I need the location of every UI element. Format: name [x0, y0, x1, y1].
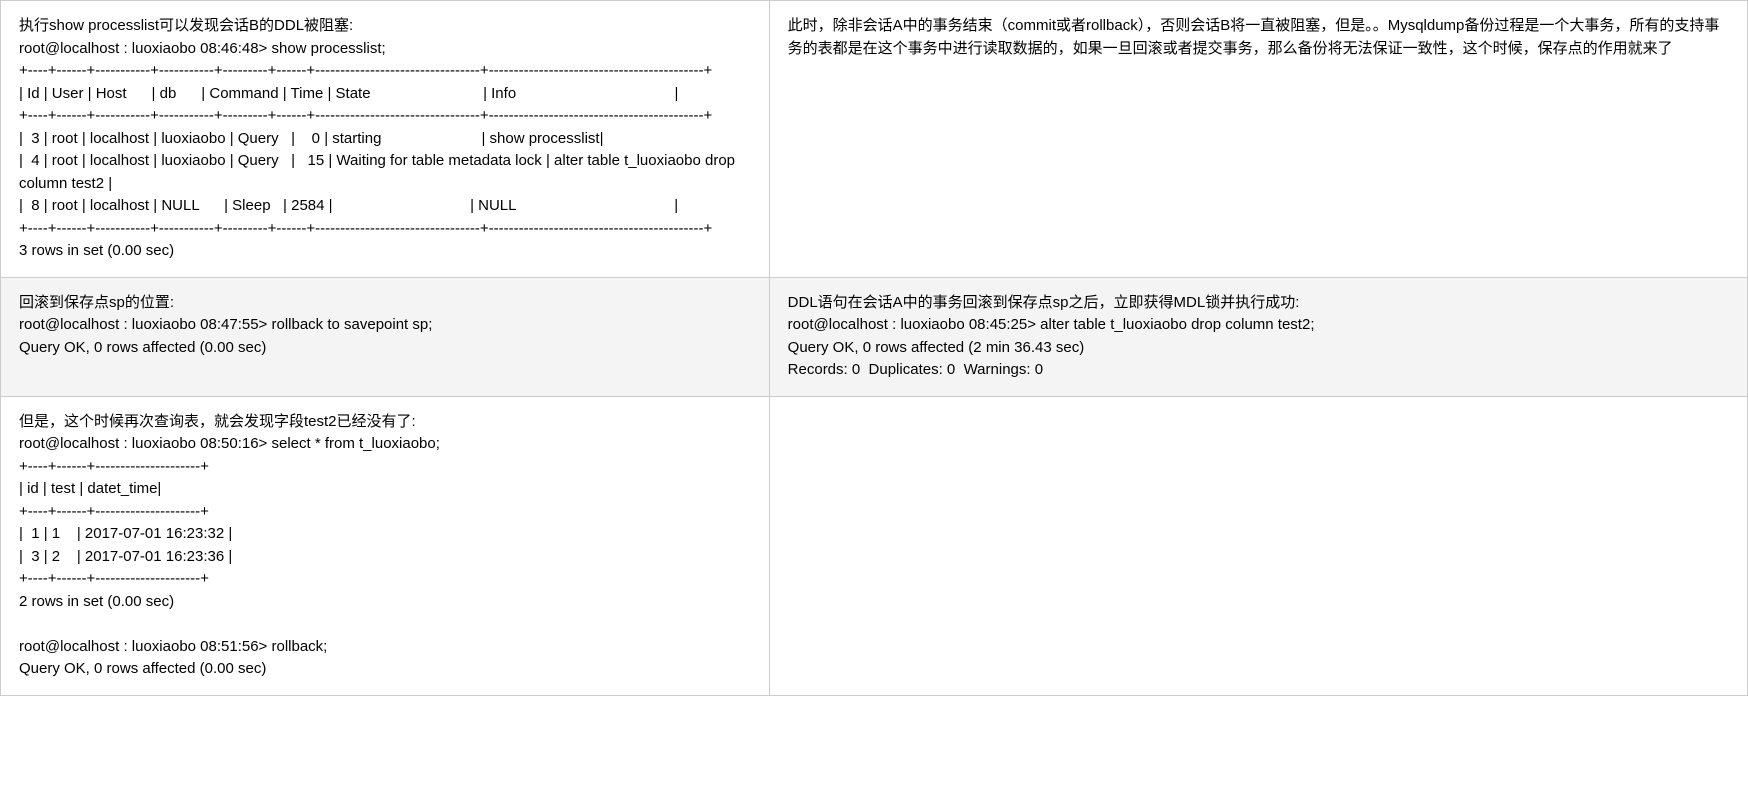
cell-r2-left: 回滚到保存点sp的位置: root@localhost : luoxiaobo … [1, 277, 770, 396]
text-block: 此时，除非会话A中的事务结束（commit或者rollback），否则会话B将一… [788, 15, 1729, 60]
text-block: DDL语句在会话A中的事务回滚到保存点sp之后，立即获得MDL锁并执行成功: r… [788, 292, 1729, 382]
text-block: 执行show processlist可以发现会话B的DDL被阻塞: root@l… [19, 15, 751, 263]
text-block: 但是，这个时候再次查询表，就会发现字段test2已经没有了: root@loca… [19, 411, 751, 681]
cell-r2-right: DDL语句在会话A中的事务回滚到保存点sp之后，立即获得MDL锁并执行成功: r… [769, 277, 1747, 396]
cell-r3-right [769, 396, 1747, 695]
table-row: 回滚到保存点sp的位置: root@localhost : luoxiaobo … [1, 277, 1748, 396]
text-block: 回滚到保存点sp的位置: root@localhost : luoxiaobo … [19, 292, 751, 360]
table-row: 但是，这个时候再次查询表，就会发现字段test2已经没有了: root@loca… [1, 396, 1748, 695]
cell-r1-left: 执行show processlist可以发现会话B的DDL被阻塞: root@l… [1, 1, 770, 278]
table-row: 执行show processlist可以发现会话B的DDL被阻塞: root@l… [1, 1, 1748, 278]
cell-r3-left: 但是，这个时候再次查询表，就会发现字段test2已经没有了: root@loca… [1, 396, 770, 695]
content-table: 执行show processlist可以发现会话B的DDL被阻塞: root@l… [0, 0, 1748, 696]
cell-r1-right: 此时，除非会话A中的事务结束（commit或者rollback），否则会话B将一… [769, 1, 1747, 278]
